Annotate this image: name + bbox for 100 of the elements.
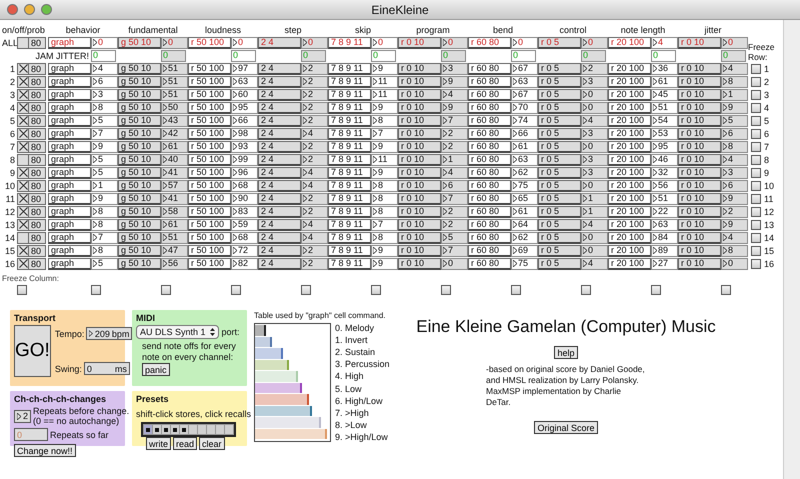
text-field[interactable]: r 0 10 [398,166,441,178]
text-field[interactable]: 2 4 [258,258,301,270]
number-box[interactable]: 0 [721,36,748,48]
text-field[interactable]: r 60 80 [468,114,511,126]
number-box[interactable]: 40 [161,154,188,166]
text-field[interactable]: r 20 100 [608,36,651,48]
number-box[interactable]: 7 [91,128,118,140]
text-field[interactable]: g 50 10 [118,166,161,178]
number-box[interactable]: 95 [231,102,258,114]
text-field[interactable]: r 20 100 [608,76,651,88]
number-box[interactable]: 4 [301,128,328,140]
number-box[interactable]: 9 [721,102,748,114]
number-box[interactable]: 3 [581,166,608,178]
number-box[interactable]: 90 [231,192,258,204]
text-field[interactable]: r 20 100 [608,166,651,178]
text-field[interactable]: r 50 100 [188,36,231,48]
number-box[interactable]: 0 [581,36,608,48]
number-box[interactable]: 1 [581,192,608,204]
text-field[interactable]: graph [48,258,91,270]
number-box[interactable]: 9 [721,218,748,230]
number-box[interactable]: 3 [91,88,118,100]
text-field[interactable]: 7 8 9 11 [328,88,371,100]
text-field[interactable]: g 50 10 [118,114,161,126]
text-field[interactable]: 2 4 [258,62,301,74]
text-field[interactable]: 2 4 [258,76,301,88]
text-field[interactable]: r 0 5 [538,166,581,178]
number-box[interactable]: 0 [721,258,748,270]
text-field[interactable]: graph [48,154,91,166]
text-field[interactable]: r 0 10 [398,258,441,270]
text-field[interactable]: r 0 5 [538,36,581,48]
number-box[interactable]: 5 [721,114,748,126]
number-box[interactable]: 11 [371,76,398,88]
number-box[interactable]: 84 [651,232,678,244]
number-box[interactable]: 1 [581,206,608,218]
text-field[interactable]: g 50 10 [118,102,161,114]
text-field[interactable]: 7 8 9 11 [328,258,371,270]
number-box[interactable]: 51 [651,192,678,204]
number-box[interactable]: 1 [441,154,468,166]
number-box[interactable]: 59 [231,218,258,230]
number-box[interactable]: 8 [371,114,398,126]
on-checkbox[interactable] [17,128,29,140]
text-field[interactable]: r 0 5 [538,154,581,166]
text-field[interactable]: r 60 80 [468,88,511,100]
text-field[interactable]: graph [48,232,91,244]
freeze-checkbox[interactable] [441,284,451,294]
number-box[interactable]: 8 [721,244,748,256]
text-field[interactable]: 2 4 [258,128,301,140]
text-field[interactable]: r 0 5 [538,244,581,256]
number-box[interactable]: 2 [301,154,328,166]
text-field[interactable]: 7 8 9 11 [328,206,371,218]
text-field[interactable]: r 0 10 [398,102,441,114]
freeze-checkbox[interactable] [371,284,381,294]
text-field[interactable]: 2 4 [258,192,301,204]
number-box[interactable]: 3 [721,166,748,178]
number-box[interactable]: 2 [441,128,468,140]
text-field[interactable]: r 0 5 [538,102,581,114]
text-field[interactable]: g 50 10 [118,258,161,270]
text-field[interactable]: r 60 80 [468,166,511,178]
zoom-button[interactable] [41,4,52,15]
text-field[interactable]: r 0 10 [398,76,441,88]
text-field[interactable]: r 0 5 [538,76,581,88]
number-box[interactable]: 2 [301,192,328,204]
on-checkbox[interactable] [17,192,29,204]
number-box[interactable]: 61 [651,76,678,88]
number-box[interactable]: 0 [231,36,258,48]
text-field[interactable]: graph [48,180,91,192]
number-box[interactable]: 7 [441,192,468,204]
text-field[interactable]: r 50 100 [188,192,231,204]
text-field[interactable]: r 0 10 [678,166,721,178]
text-field[interactable]: r 60 80 [468,232,511,244]
number-box[interactable]: 32 [651,166,678,178]
number-box[interactable]: 2 [441,218,468,230]
text-field[interactable]: r 0 10 [678,258,721,270]
text-field[interactable]: 2 4 [258,232,301,244]
text-field[interactable]: g 50 10 [118,206,161,218]
number-box[interactable]: 9 [371,166,398,178]
text-field[interactable]: r 60 80 [468,128,511,140]
on-checkbox[interactable] [17,102,29,114]
text-field[interactable]: r 50 100 [188,76,231,88]
number-box[interactable]: 6 [441,180,468,192]
help-button[interactable]: help [554,346,578,359]
text-field[interactable]: r 0 10 [678,62,721,74]
number-box[interactable]: 2 [441,206,468,218]
on-checkbox[interactable] [17,166,29,178]
text-field[interactable]: r 20 100 [608,258,651,270]
text-field[interactable]: r 60 80 [468,244,511,256]
number-box[interactable]: 2 [301,244,328,256]
text-field[interactable]: r 60 80 [468,102,511,114]
number-box[interactable]: 8 [91,218,118,230]
number-box[interactable]: 27 [651,258,678,270]
text-field[interactable]: g 50 10 [118,76,161,88]
text-field[interactable]: r 0 10 [398,218,441,230]
number-box[interactable]: 74 [511,114,538,126]
text-field[interactable]: r 0 10 [678,88,721,100]
text-field[interactable]: r 60 80 [468,140,511,152]
on-checkbox[interactable] [17,218,29,230]
text-field[interactable]: r 50 100 [188,128,231,140]
number-box[interactable]: 4 [721,232,748,244]
number-box[interactable]: 56 [161,258,188,270]
text-field[interactable]: graph [48,166,91,178]
